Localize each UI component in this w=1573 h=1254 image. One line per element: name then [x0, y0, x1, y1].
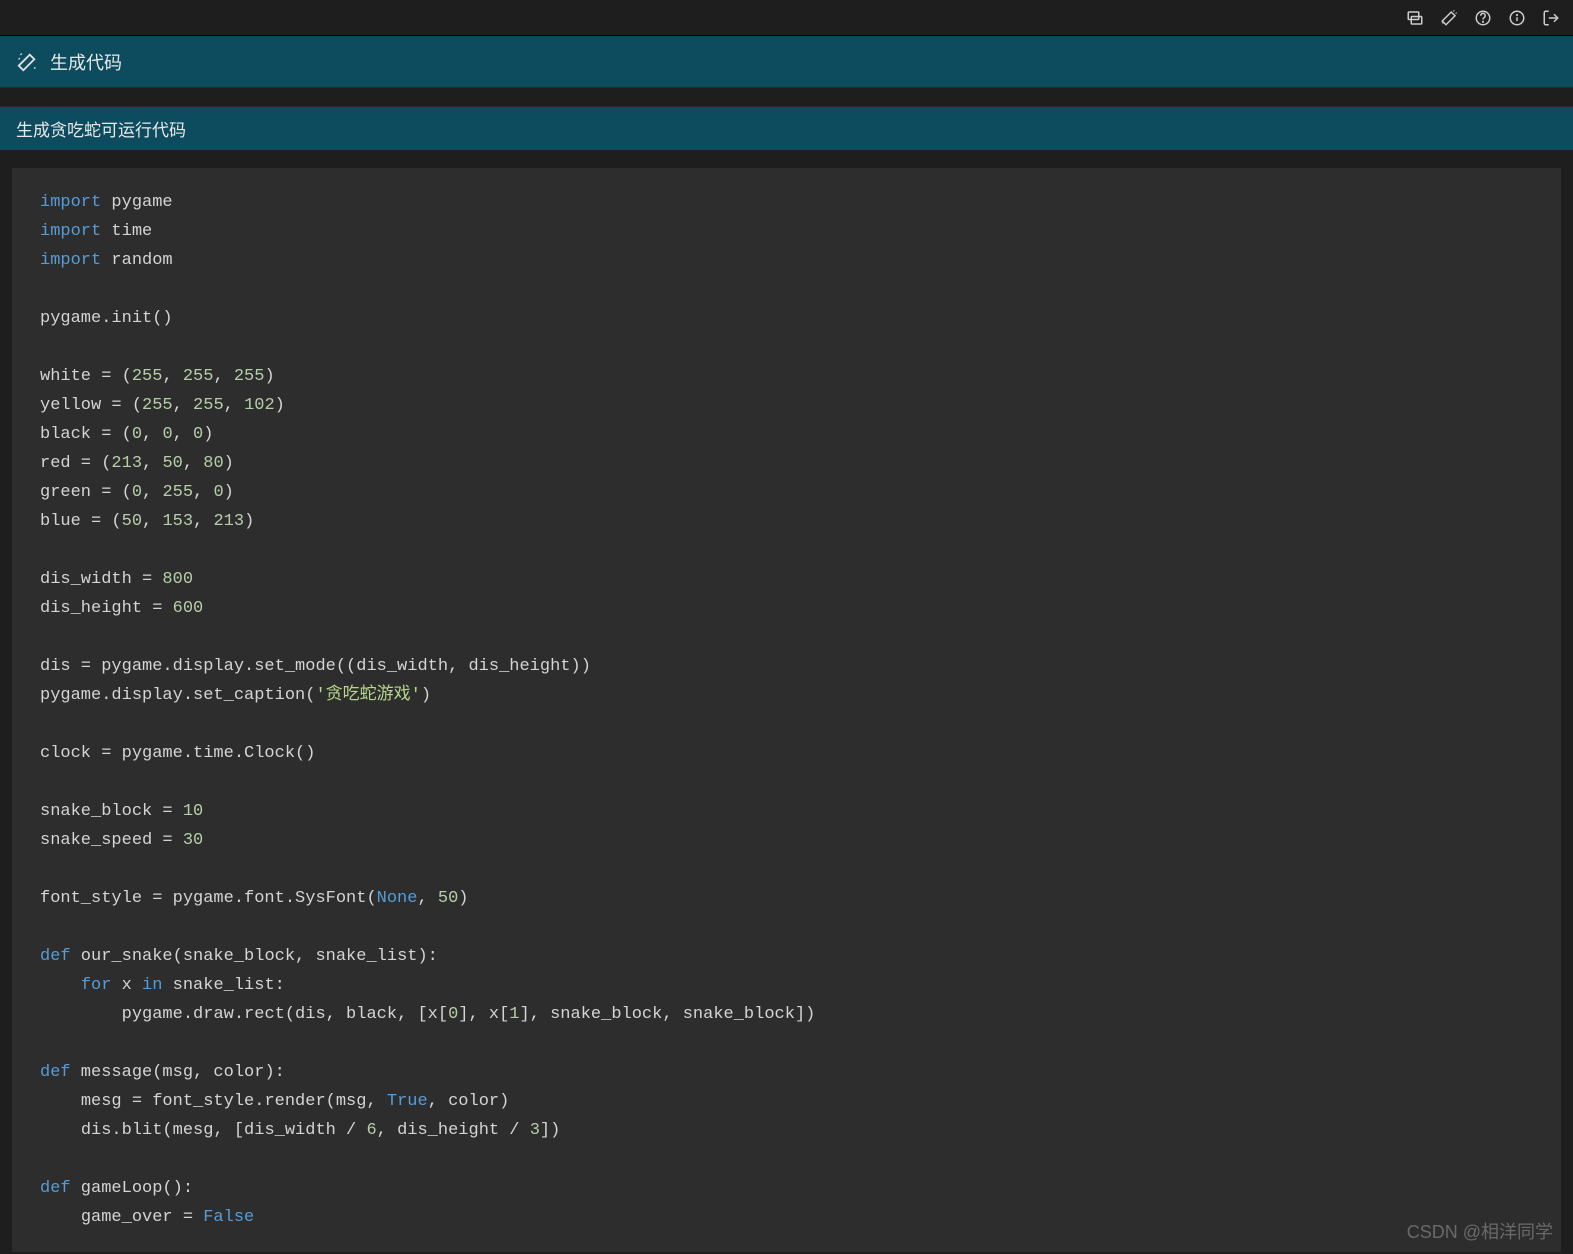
subheader-title: 生成贪吃蛇可运行代码 [16, 116, 186, 141]
exit-icon[interactable] [1541, 8, 1561, 28]
wand-icon [16, 51, 38, 73]
info-icon[interactable] [1507, 8, 1527, 28]
code-output-panel[interactable]: import pygame import time import random … [12, 168, 1561, 1252]
magic-wand-icon[interactable] [1439, 8, 1459, 28]
separator [0, 150, 1573, 168]
separator [0, 88, 1573, 106]
code-block[interactable]: import pygame import time import random … [40, 188, 1533, 1232]
header-banner: 生成代码 [0, 36, 1573, 88]
header-title: 生成代码 [50, 49, 122, 75]
subheader-banner: 生成贪吃蛇可运行代码 [0, 106, 1573, 150]
help-icon[interactable] [1473, 8, 1493, 28]
top-toolbar [0, 0, 1573, 36]
broadcast-icon[interactable] [1405, 8, 1425, 28]
